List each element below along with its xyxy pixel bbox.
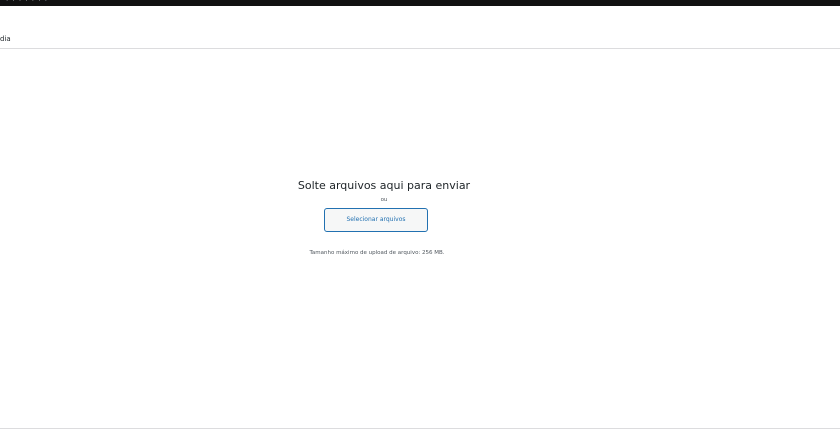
drop-instructions: Solte arquivos aqui para enviar (297, 179, 471, 192)
top-bar-text: · · · · · · · (6, 0, 48, 5)
upload-drop-zone[interactable]: Solte arquivos aqui para enviar ou Selec… (0, 49, 840, 428)
max-upload-size-note: Tamanho máximo de upload de arquivo: 256… (309, 250, 445, 256)
or-separator: ou (380, 197, 388, 203)
select-files-button[interactable]: Selecionar arquivos (324, 208, 428, 232)
bottom-divider (0, 428, 840, 429)
page-header: dia (0, 6, 840, 49)
page-title: dia (0, 35, 11, 43)
